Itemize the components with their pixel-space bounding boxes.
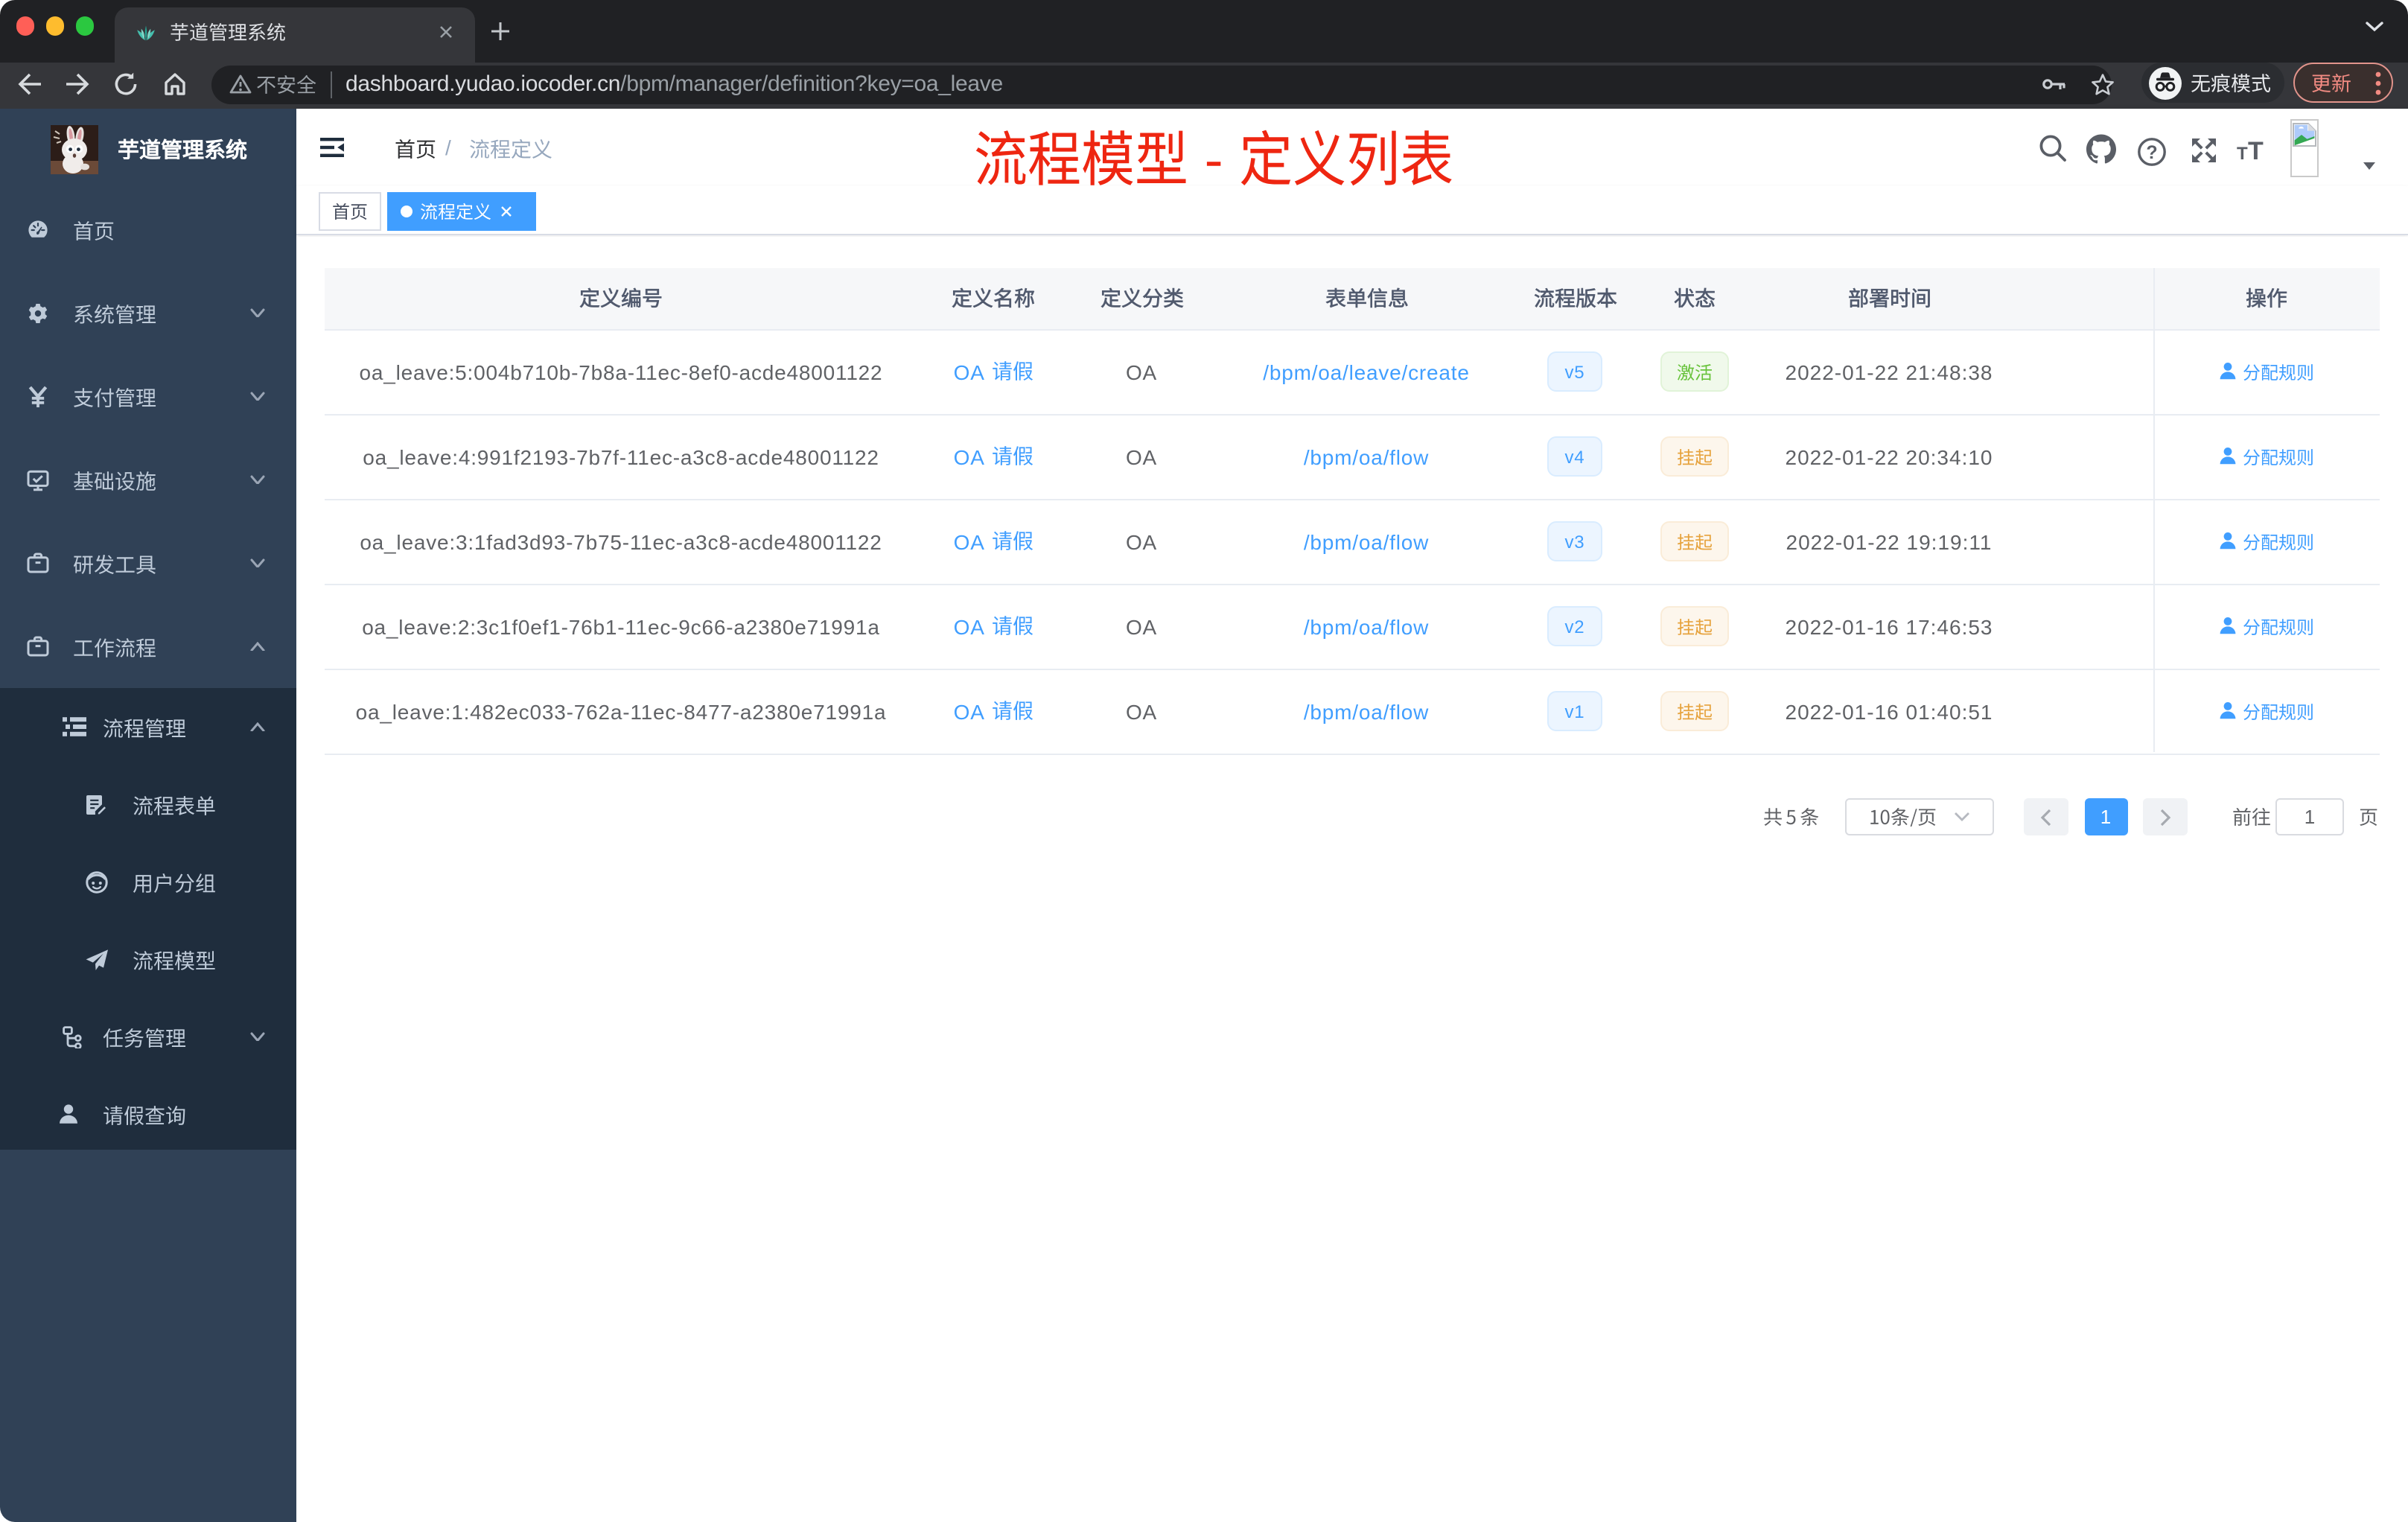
svg-text:?: ? — [2146, 141, 2157, 162]
svg-text:T: T — [2236, 144, 2247, 161]
svg-text:T: T — [2247, 137, 2263, 161]
